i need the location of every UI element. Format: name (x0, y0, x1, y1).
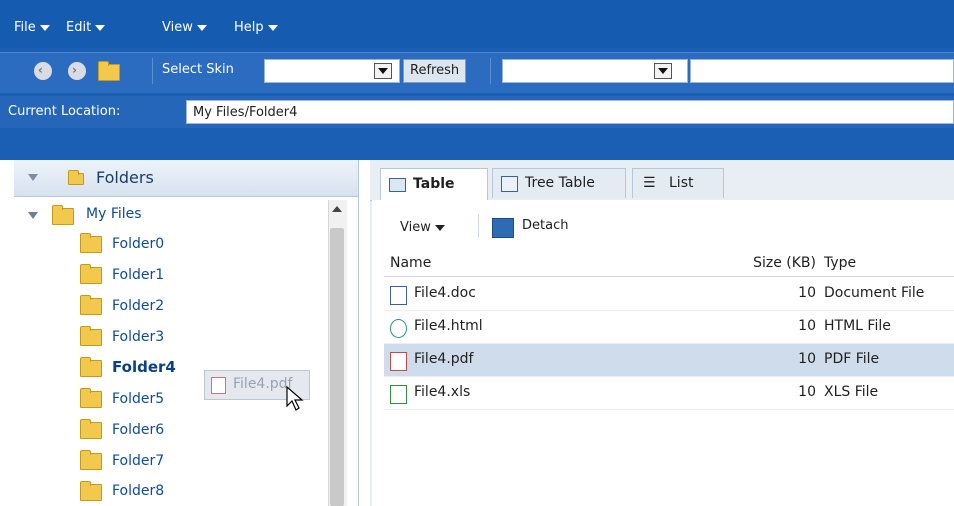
folder-icon (80, 357, 102, 377)
tree-expand-icon[interactable] (28, 212, 38, 219)
table-row[interactable]: File4.doc 10 Document File (384, 278, 954, 311)
folder-icon (80, 264, 102, 284)
tree-item-folder3[interactable]: Folder3 (112, 329, 164, 345)
folder-icon (80, 295, 102, 315)
folder-icon (80, 233, 102, 253)
arrow-right-icon: › (72, 63, 77, 77)
pdf-file-icon (390, 352, 407, 371)
detach-button[interactable]: Detach (522, 218, 568, 233)
column-header-name[interactable]: Name (390, 255, 431, 271)
tree-item-folder1[interactable]: Folder1 (112, 267, 164, 283)
forward-button[interactable]: › (68, 62, 86, 80)
list-icon: ☰ (643, 175, 656, 191)
tree-item-folder7[interactable]: Folder7 (112, 453, 164, 469)
folder-up-icon (98, 61, 120, 81)
tree-root-my-files[interactable]: My Files (86, 206, 142, 222)
secondary-dropdown-button[interactable] (654, 63, 672, 79)
scroll-up-icon[interactable] (332, 206, 342, 212)
column-header-size[interactable]: Size (KB) (728, 255, 816, 271)
html-file-icon (390, 319, 407, 338)
chevron-down-icon (196, 24, 207, 31)
menu-bar (0, 0, 954, 48)
pdf-icon (211, 377, 226, 394)
tree-item-folder0[interactable]: Folder0 (112, 236, 164, 252)
column-header-type[interactable]: Type (824, 255, 856, 271)
table-header (384, 252, 954, 277)
chevron-down-icon (39, 24, 50, 31)
folder-icon (80, 326, 102, 346)
table-row[interactable]: File4.html 10 HTML File (384, 311, 954, 344)
back-button[interactable]: ‹ (34, 62, 52, 80)
tree-scroll-thumb[interactable] (330, 228, 344, 506)
toolbar-field[interactable] (690, 59, 954, 83)
tree-item-folder2[interactable]: Folder2 (112, 298, 164, 314)
tree-table-icon (501, 176, 518, 192)
table-row[interactable]: File4.pdf 10 PDF File (384, 344, 954, 377)
folder-icon (80, 388, 102, 408)
tree-item-folder6[interactable]: Folder6 (112, 422, 164, 438)
drag-ghost-label: File4.pdf (233, 376, 293, 392)
table-icon (389, 178, 406, 192)
menu-view[interactable]: View (162, 20, 207, 35)
folders-header-label: Folders (96, 168, 154, 187)
skin-dropdown-button[interactable] (374, 63, 392, 79)
tab-table[interactable]: Table (380, 168, 488, 201)
chevron-down-icon (95, 24, 106, 31)
folder-icon (80, 481, 102, 501)
folder-icon (80, 419, 102, 439)
menu-file[interactable]: File (14, 20, 50, 35)
current-location-label: Current Location: (8, 104, 121, 119)
detach-icon[interactable] (492, 218, 514, 238)
refresh-button[interactable]: Refresh (403, 59, 467, 83)
subtoolbar-separator (478, 214, 479, 238)
tab-list[interactable]: ☰ List (632, 168, 724, 198)
toolbar-separator (152, 58, 153, 84)
select-skin-label: Select Skin (162, 62, 234, 77)
tab-tree-table[interactable]: Tree Table (492, 168, 626, 198)
tree-item-folder5[interactable]: Folder5 (112, 391, 164, 407)
view-menu[interactable]: View (400, 220, 445, 235)
arrow-left-icon: ‹ (38, 63, 43, 77)
tree-item-folder4[interactable]: Folder4 (112, 358, 176, 376)
cursor-icon (286, 386, 304, 411)
folder-tree-icon (64, 168, 86, 186)
doc-file-icon (390, 286, 407, 305)
table-row[interactable]: File4.xls 10 XLS File (384, 377, 954, 410)
folder-icon (52, 205, 74, 225)
menu-help[interactable]: Help (234, 20, 278, 35)
up-folder-button[interactable] (96, 60, 120, 81)
current-location-field[interactable]: My Files/Folder4 (186, 100, 954, 124)
xls-file-icon (390, 385, 407, 404)
folder-icon (80, 450, 102, 470)
collapse-icon[interactable] (28, 174, 38, 181)
menu-edit[interactable]: Edit (66, 20, 106, 35)
chevron-down-icon (267, 24, 278, 31)
toolbar-separator (490, 58, 491, 84)
tree-item-folder8[interactable]: Folder8 (112, 483, 164, 499)
chevron-down-icon (434, 224, 445, 231)
